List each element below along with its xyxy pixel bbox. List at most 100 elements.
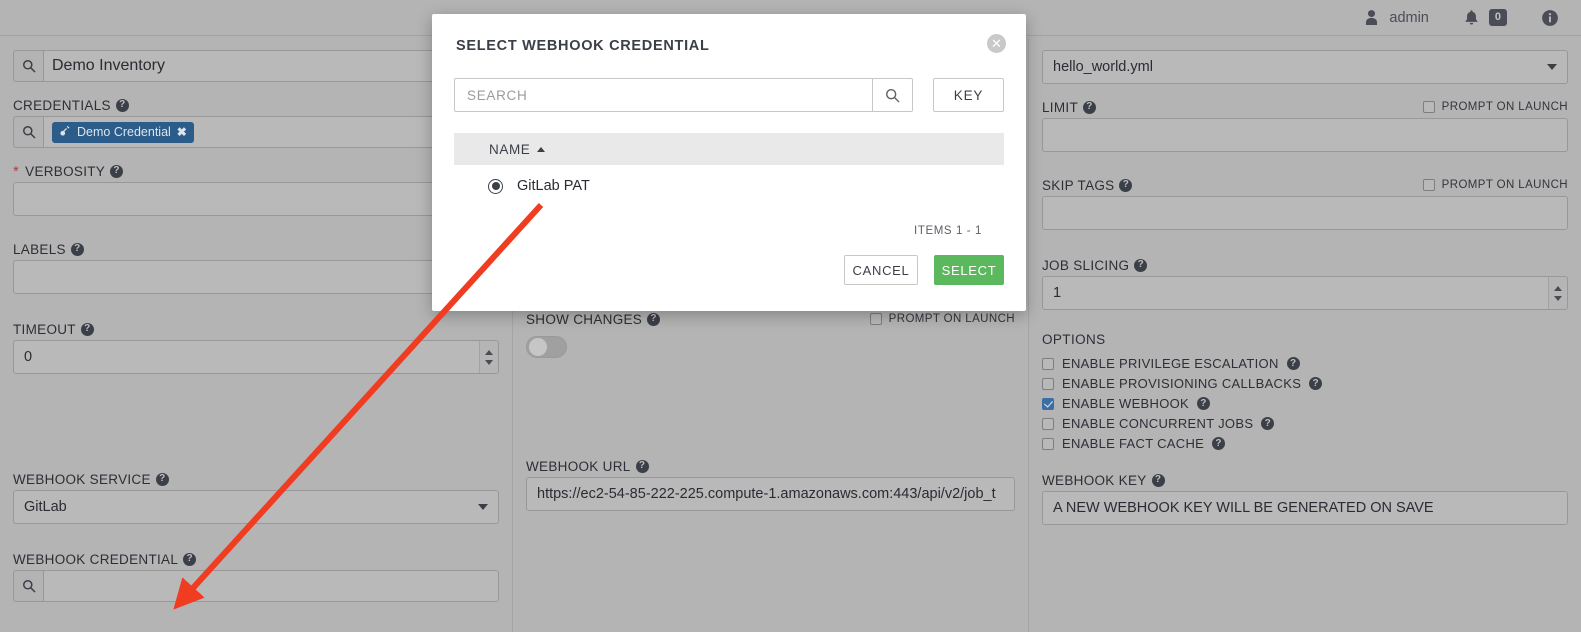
option-row[interactable]: ENABLE CONCURRENT JOBS? xyxy=(1042,416,1568,431)
timeout-input[interactable]: 0 xyxy=(13,340,499,374)
table-row[interactable]: GitLab PAT xyxy=(454,165,1004,207)
key-filter-button[interactable]: KEY xyxy=(933,78,1004,112)
help-icon[interactable]: ? xyxy=(116,99,129,112)
job-slicing-stepper[interactable] xyxy=(1548,277,1567,309)
checkbox[interactable] xyxy=(1042,358,1054,370)
help-icon[interactable]: ? xyxy=(1287,357,1300,370)
limit-prompt-on-launch[interactable]: PROMPT ON LAUNCH xyxy=(1423,101,1568,113)
credential-table-header: NAME xyxy=(454,133,1004,165)
help-icon[interactable]: ? xyxy=(647,313,660,326)
verbosity-select[interactable] xyxy=(13,182,499,216)
checkbox[interactable] xyxy=(1042,398,1054,410)
credentials-chip-area[interactable]: Demo Credential ✖ xyxy=(43,116,499,148)
prompt-label: PROMPT ON LAUNCH xyxy=(889,313,1015,325)
sort-asc-icon[interactable] xyxy=(537,147,545,152)
radio-button[interactable] xyxy=(488,179,503,194)
timeout-stepper[interactable] xyxy=(479,341,498,373)
info-button[interactable] xyxy=(1541,9,1559,27)
options-group: OPTIONS ENABLE PRIVILEGE ESCALATION?ENAB… xyxy=(1042,332,1568,451)
limit-input[interactable] xyxy=(1042,118,1568,152)
items-count: ITEMS 1 - 1 xyxy=(454,207,1004,237)
webhook-credential-value[interactable] xyxy=(43,570,499,602)
show-changes-label: SHOW CHANGES ? xyxy=(526,312,660,327)
skip-tags-prompt-on-launch[interactable]: PROMPT ON LAUNCH xyxy=(1423,179,1568,191)
search-input[interactable] xyxy=(454,78,872,112)
field-webhook-service: WEBHOOK SERVICE ? GitLab xyxy=(13,468,499,524)
checkbox[interactable] xyxy=(1423,101,1435,113)
close-icon[interactable]: ✕ xyxy=(987,34,1006,53)
checkbox[interactable] xyxy=(870,313,882,325)
webhook-credential-lookup[interactable] xyxy=(13,570,499,602)
timeout-label: TIMEOUT ? xyxy=(13,322,94,337)
checkbox[interactable] xyxy=(1042,438,1054,450)
modal-body: KEY NAME GitLab PAT ITEMS 1 - 1 xyxy=(432,54,1026,237)
info-icon xyxy=(1541,9,1559,27)
prompt-label: PROMPT ON LAUNCH xyxy=(1442,179,1568,191)
option-row[interactable]: ENABLE WEBHOOK? xyxy=(1042,396,1568,411)
inventory-lookup[interactable]: Demo Inventory xyxy=(13,50,499,82)
credential-chip[interactable]: Demo Credential ✖ xyxy=(52,122,194,143)
credential-name: GitLab PAT xyxy=(517,178,590,194)
webhook-key-input: A NEW WEBHOOK KEY WILL BE GENERATED ON S… xyxy=(1042,491,1568,525)
cancel-button[interactable]: CANCEL xyxy=(844,255,918,285)
checkbox[interactable] xyxy=(1042,378,1054,390)
user-name: admin xyxy=(1389,10,1429,26)
field-webhook-url: WEBHOOK URL ? https://ec2-54-85-222-225.… xyxy=(526,455,1015,511)
help-icon[interactable]: ? xyxy=(1197,397,1210,410)
help-icon[interactable]: ? xyxy=(1261,417,1274,430)
option-label: ENABLE PROVISIONING CALLBACKS xyxy=(1062,376,1301,391)
checkbox[interactable] xyxy=(1423,179,1435,191)
field-webhook-key: WEBHOOK KEY ? A NEW WEBHOOK KEY WILL BE … xyxy=(1042,469,1568,525)
help-icon[interactable]: ? xyxy=(1212,437,1225,450)
help-icon[interactable]: ? xyxy=(1309,377,1322,390)
help-icon[interactable]: ? xyxy=(1083,101,1096,114)
chevron-up-icon[interactable] xyxy=(1554,286,1562,291)
job-slicing-label: JOB SLICING ? xyxy=(1042,258,1147,273)
option-label: ENABLE WEBHOOK xyxy=(1062,396,1189,411)
chevron-down-icon[interactable] xyxy=(485,360,493,365)
chevron-down-icon[interactable] xyxy=(1554,296,1562,301)
column-header-name[interactable]: NAME xyxy=(489,142,530,157)
help-icon[interactable]: ? xyxy=(71,243,84,256)
help-icon[interactable]: ? xyxy=(1152,474,1165,487)
help-icon[interactable]: ? xyxy=(1119,179,1132,192)
help-icon[interactable]: ? xyxy=(81,323,94,336)
playbook-select[interactable]: hello_world.yml xyxy=(1042,50,1568,84)
field-job-slicing: JOB SLICING ? 1 xyxy=(1042,254,1568,310)
option-row[interactable]: ENABLE PROVISIONING CALLBACKS? xyxy=(1042,376,1568,391)
show-changes-toggle[interactable] xyxy=(526,336,567,358)
skip-tags-input[interactable] xyxy=(1042,196,1568,230)
checkbox[interactable] xyxy=(1042,418,1054,430)
option-row[interactable]: ENABLE FACT CACHE? xyxy=(1042,436,1568,451)
field-skip-tags: SKIP TAGS ? PROMPT ON LAUNCH xyxy=(1042,174,1568,230)
option-row[interactable]: ENABLE PRIVILEGE ESCALATION? xyxy=(1042,356,1568,371)
help-icon[interactable]: ? xyxy=(636,460,649,473)
search-icon[interactable] xyxy=(13,50,43,82)
help-icon[interactable]: ? xyxy=(183,553,196,566)
help-icon[interactable]: ? xyxy=(110,165,123,178)
help-icon[interactable]: ? xyxy=(156,473,169,486)
webhook-service-label: WEBHOOK SERVICE ? xyxy=(13,472,169,487)
notifications-menu[interactable]: 0 xyxy=(1463,9,1507,26)
labels-input[interactable] xyxy=(13,260,499,294)
search-submit-button[interactable] xyxy=(872,78,913,112)
webhook-url-input[interactable]: https://ec2-54-85-222-225.compute-1.amaz… xyxy=(526,477,1015,511)
search-icon[interactable] xyxy=(13,570,43,602)
credentials-lookup[interactable]: Demo Credential ✖ xyxy=(13,116,499,148)
webhook-service-select[interactable]: GitLab xyxy=(13,490,499,524)
chevron-down-icon[interactable] xyxy=(478,504,488,510)
search-icon[interactable] xyxy=(13,116,43,148)
inventory-value[interactable]: Demo Inventory xyxy=(43,50,499,82)
close-icon[interactable]: ✖ xyxy=(177,125,187,139)
select-button[interactable]: SELECT xyxy=(934,255,1004,285)
help-icon[interactable]: ? xyxy=(1134,259,1147,272)
skip-tags-label: SKIP TAGS ? xyxy=(1042,178,1132,193)
job-slicing-input[interactable]: 1 xyxy=(1042,276,1568,310)
user-menu[interactable]: admin xyxy=(1363,9,1429,26)
field-verbosity: * VERBOSITY ? PROMP xyxy=(13,160,499,216)
field-timeout: TIMEOUT ? 0 xyxy=(13,318,499,374)
chevron-up-icon[interactable] xyxy=(485,350,493,355)
chevron-down-icon[interactable] xyxy=(1547,64,1557,70)
show-changes-prompt-on-launch[interactable]: PROMPT ON LAUNCH xyxy=(870,313,1015,325)
prompt-label: PROMPT ON LAUNCH xyxy=(1442,101,1568,113)
